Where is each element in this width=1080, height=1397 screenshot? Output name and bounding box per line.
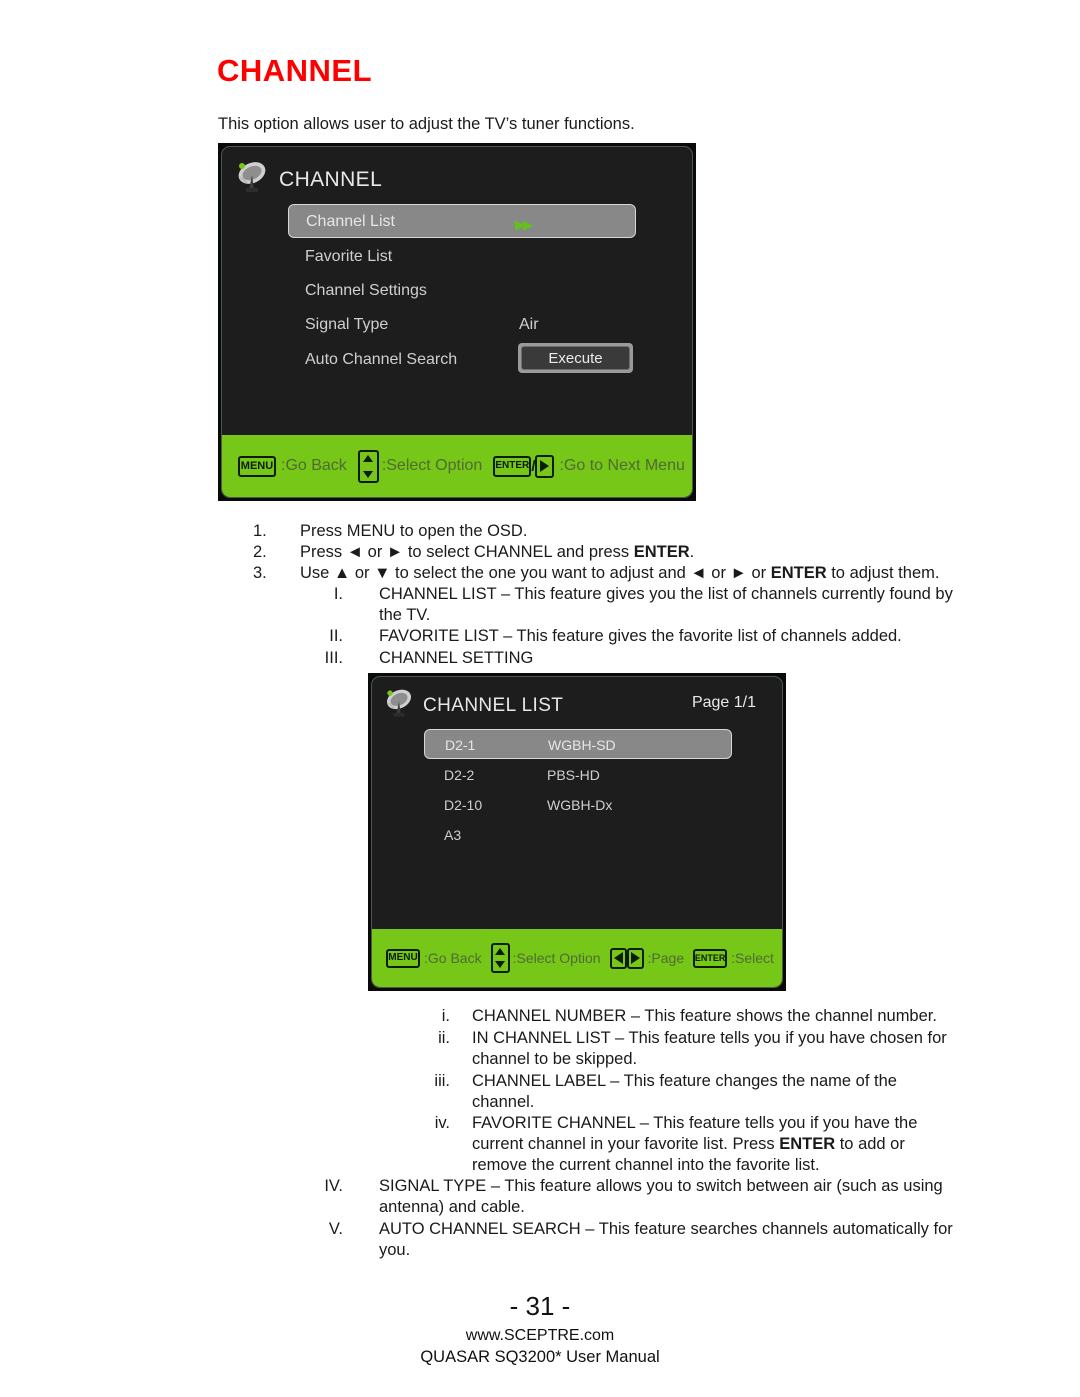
substep-ii-text: IN CHANNEL LIST – This feature tells you…	[472, 1029, 947, 1068]
execute-button-label: Execute	[521, 346, 630, 370]
substep-iii-number: iii.	[434, 1072, 450, 1090]
channel-number: D2-1	[445, 737, 476, 753]
satellite-dish-icon	[232, 157, 272, 202]
substep-IV-number: IV.	[324, 1177, 343, 1195]
substep-iii-text: CHANNEL LABEL – This feature changes the…	[472, 1072, 897, 1111]
intro-paragraph: This option allows user to adjust the TV…	[218, 115, 635, 133]
substep-V-text: AUTO CHANNEL SEARCH – This feature searc…	[379, 1220, 953, 1259]
substep-i-text: CHANNEL NUMBER – This feature shows the …	[472, 1007, 937, 1025]
substep-iv-text: FAVORITE CHANNEL – This feature tells yo…	[472, 1114, 918, 1174]
step-3-text: Use ▲ or ▼ to select the one you want to…	[300, 564, 940, 582]
substep-V-number: V.	[328, 1220, 343, 1238]
enter-key-icon[interactable]: ENTER	[693, 948, 728, 968]
step-1-text: Press MENU to open the OSD.	[300, 522, 528, 540]
osd-channel-list-footer: MENU :Go Back :Select Option :Page ENTER…	[372, 929, 782, 987]
osd-row-channel-list[interactable]: Channel List ▶▶	[288, 204, 636, 238]
substep-IV-text: SIGNAL TYPE – This feature allows you to…	[379, 1177, 943, 1216]
step-2-text: Press ◄ or ► to select CHANNEL and press…	[300, 543, 695, 561]
substep-I-number: I.	[333, 585, 343, 603]
osd-channel-footer-select-option-text: :Select Option	[381, 457, 483, 474]
osd-row-channel-settings-label: Channel Settings	[305, 282, 427, 299]
substep-I-text: CHANNEL LIST – This feature gives you th…	[379, 585, 953, 624]
osd-channel-list: CHANNEL LIST Page 1/1 D2-1 WGBH-SD D2-2 …	[368, 673, 786, 991]
page-number: - 31 -	[509, 1291, 571, 1321]
website-text: www.SCEPTRE.com	[465, 1327, 615, 1344]
osd-channel-list-footer-page-text: :Page	[647, 950, 685, 966]
channel-number: D2-2	[444, 767, 475, 783]
triangle-left-icon	[613, 952, 623, 964]
manual-page: CHANNEL This option allows user to adjus…	[0, 0, 1080, 1397]
channel-label: PBS-HD	[547, 767, 600, 783]
osd-row-signal-type-value: Air	[519, 316, 539, 333]
right-arrow-key-icon[interactable]	[626, 947, 644, 969]
osd-row-favorite-list-label: Favorite List	[305, 248, 393, 265]
step-2-number: 2.	[253, 543, 267, 561]
triangle-down-icon	[363, 470, 374, 478]
osd-channel-list-footer-select-option-text: :Select Option	[512, 950, 601, 966]
channel-number: D2-10	[444, 797, 483, 813]
osd-channel-list-titlebar: CHANNEL LIST	[381, 685, 563, 726]
substep-III-text: CHANNEL SETTING	[379, 649, 534, 667]
channel-label: WGBH-Dx	[547, 797, 613, 813]
substep-II-text: FAVORITE LIST – This feature gives the f…	[379, 627, 902, 645]
channel-label: WGBH-SD	[548, 737, 616, 753]
triangle-up-icon	[363, 454, 374, 462]
right-arrow-key-icon[interactable]	[535, 454, 555, 478]
osd-channel-footer-next-menu-text: :Go to Next Menu	[559, 457, 685, 474]
triangle-right-icon	[540, 460, 550, 472]
osd-channel-footer: MENU :Go Back :Select Option ENTER / :Go…	[222, 435, 692, 497]
triangle-right-icon	[630, 952, 640, 964]
osd-channel-footer-menu-text: :Go Back	[281, 457, 347, 474]
enter-key-icon[interactable]: ENTER	[493, 455, 532, 477]
channel-number: A3	[444, 827, 462, 843]
osd-row-channel-list-label: Channel List	[306, 213, 395, 230]
substep-iv-number: iv.	[434, 1114, 450, 1132]
satellite-dish-icon	[381, 685, 417, 726]
menu-key-icon[interactable]: MENU	[238, 455, 276, 477]
triangle-down-icon	[495, 961, 506, 968]
osd-channel-menu: CHANNEL Channel List ▶▶ Favorite List Ch…	[218, 143, 696, 501]
up-down-key-icon[interactable]	[490, 943, 510, 973]
double-right-arrow-icon: ▶▶	[515, 217, 533, 232]
left-arrow-key-icon[interactable]	[609, 947, 627, 969]
execute-button[interactable]: Execute	[518, 343, 633, 373]
up-down-key-icon[interactable]	[357, 449, 379, 483]
osd-channel-list-footer-menu-text: :Go Back	[424, 950, 482, 966]
osd-channel-list-title: CHANNEL LIST	[423, 694, 564, 716]
osd-row-auto-channel-search-label: Auto Channel Search	[305, 351, 458, 368]
channel-list-row-selected[interactable]: D2-1 WGBH-SD	[424, 729, 732, 759]
substep-II-number: II.	[329, 627, 343, 645]
substep-i-number: i.	[441, 1007, 450, 1025]
page-title: CHANNEL	[217, 53, 373, 88]
page-indicator: Page 1/1	[691, 694, 756, 711]
step-1-number: 1.	[253, 522, 267, 540]
menu-key-icon[interactable]: MENU	[386, 948, 420, 968]
step-3-number: 3.	[253, 564, 267, 582]
osd-channel-title: CHANNEL	[279, 167, 383, 191]
triangle-up-icon	[495, 948, 506, 955]
osd-channel-list-footer-select-text: :Select	[731, 950, 774, 966]
manual-title-text: QUASAR SQ3200* User Manual	[420, 1348, 660, 1366]
osd-row-signal-type-label: Signal Type	[305, 316, 389, 333]
osd-channel-titlebar: CHANNEL	[232, 157, 382, 202]
osd-channel-inner: CHANNEL Channel List ▶▶ Favorite List Ch…	[221, 146, 693, 498]
osd-channel-list-inner: CHANNEL LIST Page 1/1 D2-1 WGBH-SD D2-2 …	[371, 676, 783, 988]
substep-ii-number: ii.	[438, 1029, 450, 1047]
substep-III-number: III.	[324, 649, 343, 667]
